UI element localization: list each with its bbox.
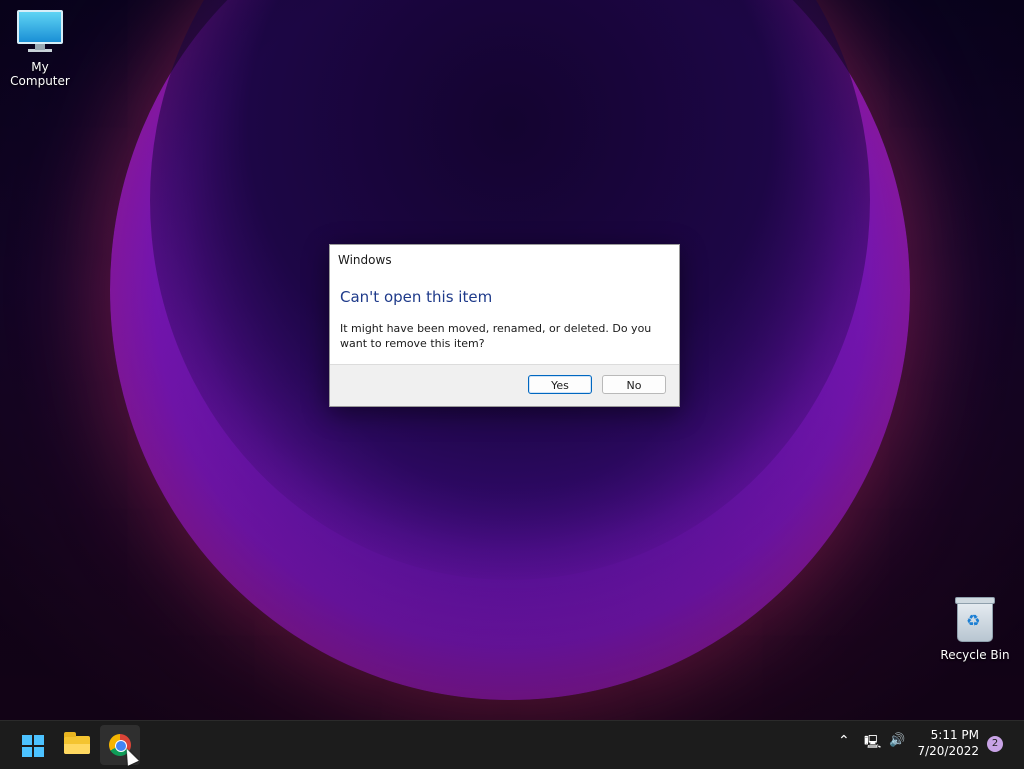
- dialog-title: Windows: [338, 253, 392, 267]
- network-icon[interactable]: 🖳: [864, 733, 881, 755]
- notification-badge[interactable]: 2: [987, 736, 1003, 752]
- desktop-icon-label: Recycle Bin: [940, 648, 1010, 662]
- system-clock[interactable]: 5:11 PM 7/20/2022: [905, 727, 979, 759]
- yes-button[interactable]: Yes: [528, 375, 592, 394]
- dialog-heading: Can't open this item: [340, 288, 493, 306]
- volume-icon[interactable]: 🔊: [889, 733, 905, 748]
- dialog-footer: Yes No: [330, 364, 679, 406]
- file-explorer-button[interactable]: [56, 725, 96, 765]
- desktop-icon-my-computer[interactable]: My Computer: [0, 10, 80, 88]
- clock-date: 7/20/2022: [917, 744, 979, 758]
- desktop-icon-label: My Computer: [10, 60, 70, 88]
- my-computer-icon: [17, 10, 63, 52]
- no-button[interactable]: No: [602, 375, 666, 394]
- dialog-message: It might have been moved, renamed, or de…: [340, 322, 652, 350]
- clock-time: 5:11 PM: [930, 728, 979, 742]
- chevron-up-icon[interactable]: ⌃: [838, 733, 850, 749]
- error-dialog: Windows Can't open this item It might ha…: [329, 244, 680, 407]
- start-button[interactable]: [12, 725, 52, 765]
- recycle-bin-icon: ♻: [955, 597, 995, 642]
- windows-start-icon: [22, 735, 44, 757]
- desktop-icon-recycle-bin[interactable]: ♻ Recycle Bin: [935, 597, 1015, 662]
- file-explorer-icon: [64, 732, 90, 754]
